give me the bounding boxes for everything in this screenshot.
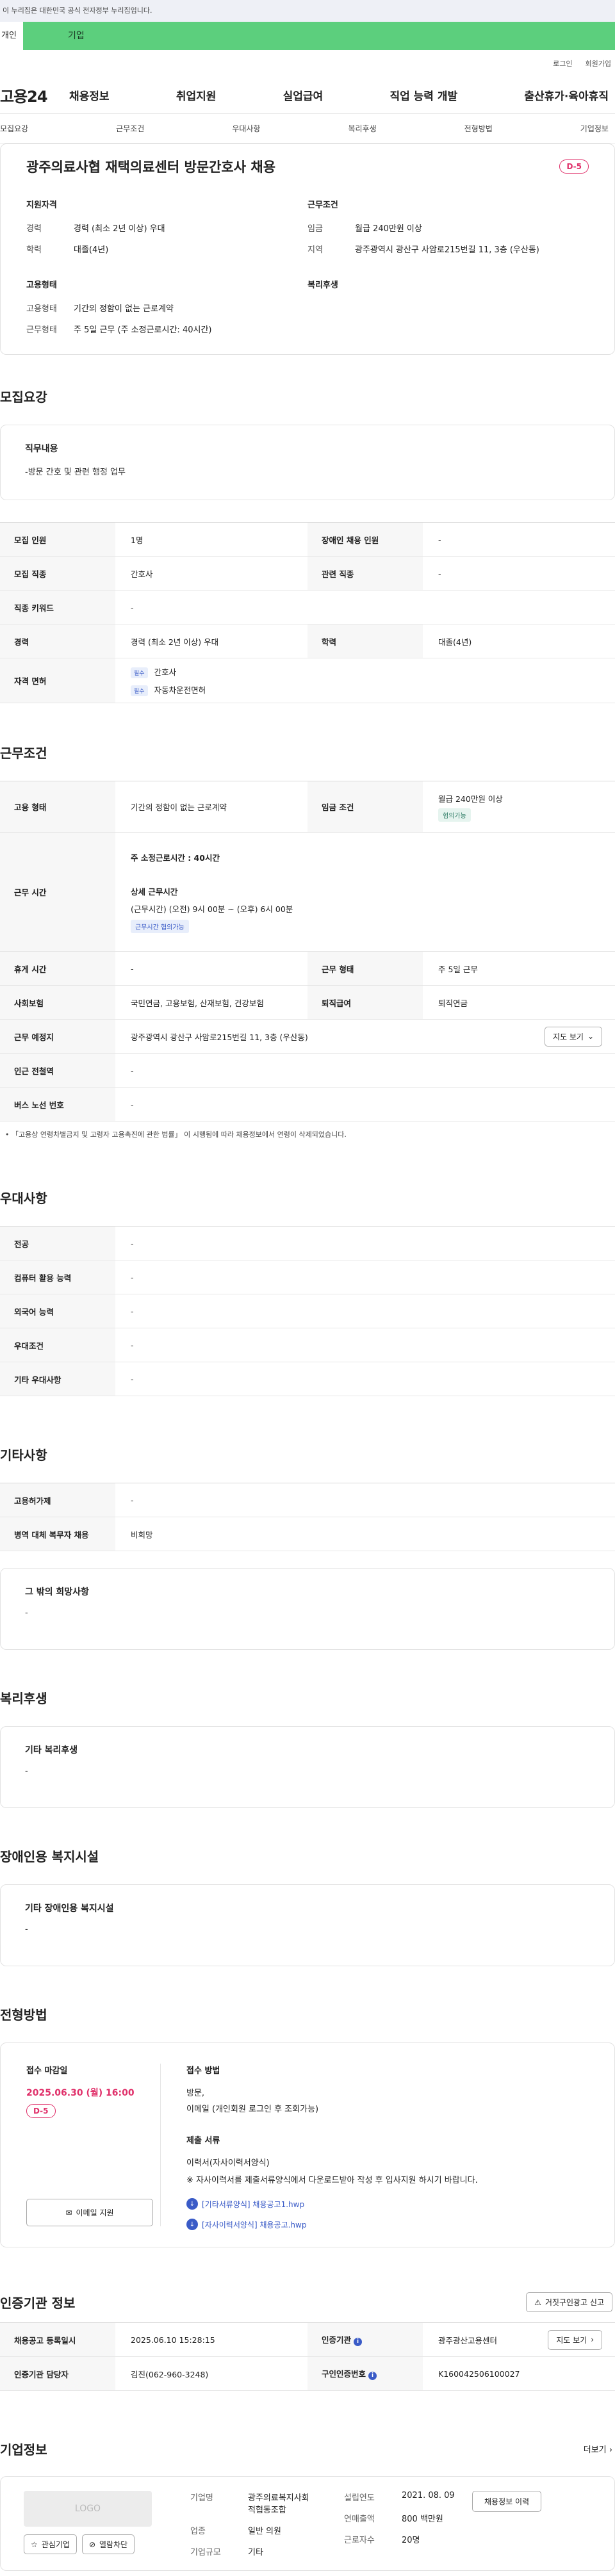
summary-welfare: 복리후생 <box>308 281 338 290</box>
login-link[interactable]: 로그인 <box>553 58 572 69</box>
gnb-item-unemployment-benefit[interactable]: 실업급여 <box>283 87 324 103</box>
email-apply-button[interactable]: ✉ 이메일 지원 <box>26 2199 153 2226</box>
utility-links: 로그인 회원가입 <box>0 50 615 77</box>
section-title-prefer: 우대사항 <box>0 1191 47 1206</box>
gnb-item-employment-support[interactable]: 취업지원 <box>176 87 217 103</box>
facility-card: 기타 장애인용 복지시설 - <box>0 1884 615 1966</box>
hours-negotiable-tag: 근무시간 협의가능 <box>131 919 189 933</box>
gnb-item-jobs[interactable]: 채용정보 <box>69 87 110 103</box>
license-item: 간호사 <box>154 667 177 677</box>
section-title-facility: 장애인용 복지시설 <box>0 1849 99 1864</box>
work-table: 고용 형태 기간의 정함이 없는 근로계약 임금 조건 월급 240만원 이상 협의… <box>0 781 615 1121</box>
agency-table: 채용공고 등록일시 2025.06.10 15:28:15 인증기관 i 광주광산고… <box>0 2322 615 2391</box>
section-title-process: 전형방법 <box>0 2007 47 2023</box>
member-type-tabs: 개인 기업 <box>0 22 615 50</box>
site-logo[interactable]: 고용24 <box>0 84 69 106</box>
report-fake-ad-button[interactable]: ⚠ 거짓구인광고 신고 <box>526 2292 612 2312</box>
other-wish-card: 그 밖의 희망사항 - <box>0 1568 615 1650</box>
agency-map-button[interactable]: 지도 보기 › <box>548 2329 602 2350</box>
download-icon: ↓ <box>186 2219 198 2230</box>
section-title-welfare: 복리후생 <box>0 1691 47 1706</box>
anchor-process[interactable]: 전형방법 <box>464 123 493 134</box>
company-more-link[interactable]: 더보기 › <box>584 2443 612 2455</box>
hiring-history-button[interactable]: 채용정보 이력 <box>472 2491 542 2512</box>
work-address: 광주광역시 광산구 사암로215번길 11, 3층 (우산동) <box>131 1032 308 1042</box>
signup-link[interactable]: 회원가입 <box>586 58 611 69</box>
section-title-company: 기업정보 <box>0 2442 47 2458</box>
info-icon: i <box>354 2338 363 2346</box>
company-card: LOGO ☆ 관심기업 ⊘ 열람차단 기업명 광주의료복지사회 적협동조합 업종 일반 의… <box>0 2476 615 2571</box>
file-download-link[interactable]: ↓ [자사이력서양식] 채용공고.hwp <box>186 2219 589 2230</box>
summary-qualification: 지원자격 경력 경력 (최소 2년 이상) 우대 학력 대졸(4년) <box>26 200 165 255</box>
anchor-work[interactable]: 근무조건 <box>116 123 144 134</box>
chevron-down-icon: ⌄ <box>587 1032 594 1041</box>
process-dday-badge: D-5 <box>26 2104 56 2118</box>
process-card: 접수 마감일 2025.06.30 (월) 16:00 D-5 ✉ 이메일 지원 … <box>0 2042 615 2247</box>
gnb-item-parental-leave[interactable]: 출산휴가·육아휴직 <box>524 87 609 103</box>
tab-personal[interactable]: 개인 <box>0 22 23 50</box>
section-anchor-nav: 모집요강 근무조건 우대사항 복리후생 전형방법 기업정보 <box>0 114 615 143</box>
job-summary-card: 광주의료사협 재택의료센터 방문간호사 채용 D-5 지원자격 경력 경력 (최소… <box>0 143 615 355</box>
summary-employment: 고용형태 고용형태 기간의 정함이 없는 근로계약 근무형태 주 5일 근무 (주 … <box>26 281 212 335</box>
star-icon: ☆ <box>31 2539 38 2549</box>
block-view-button[interactable]: ⊘ 열람차단 <box>81 2534 135 2554</box>
favorite-company-button[interactable]: ☆ 관심기업 <box>24 2534 77 2554</box>
chevron-right-icon: › <box>591 2335 594 2344</box>
map-view-button[interactable]: 지도 보기 ⌄ <box>544 1026 602 1047</box>
gnb-item-vocational-training[interactable]: 직업 능력 개발 <box>390 87 457 103</box>
mail-icon: ✉ <box>65 2208 72 2217</box>
duty-card: 직무내용 -방문 간호 및 관련 행정 업무 <box>0 425 615 500</box>
info-icon: i <box>368 2372 377 2380</box>
section-title-etc: 기타사항 <box>0 1447 47 1463</box>
etc-table: 고용허가제 - 병역 대체 복무자 채용 비희망 <box>0 1483 615 1551</box>
download-icon: ↓ <box>186 2198 198 2210</box>
company-logo: LOGO <box>24 2491 152 2527</box>
summary-condition: 근무조건 임금 월급 240만원 이상 지역 광주광역시 광산구 사암로215번길 … <box>308 200 539 255</box>
gov-banner: 이 누리집은 대한민국 공식 전자정부 누리집입니다. <box>0 0 615 22</box>
prefer-table: 전공 - 컴퓨터 활용 능력 - 외국어 능력 - 우대조건 - 기타 우대사항 - <box>0 1226 615 1396</box>
job-title: 광주의료사협 재택의료센터 방문간호사 채용 <box>26 159 276 175</box>
global-nav: 고용24 채용정보 취업지원 실업급여 직업 능력 개발 출산휴가·육아휴직 <box>0 77 615 114</box>
anchor-welfare[interactable]: 복리후생 <box>348 123 376 134</box>
age-law-note: • 「고용상 연령차별금지 및 고령자 고용촉진에 관한 법률」 이 시행됨에 … <box>5 1130 347 1139</box>
anchor-company[interactable]: 기업정보 <box>580 123 609 134</box>
section-title-agency: 인증기관 정보 <box>0 2295 76 2311</box>
duty-text: -방문 간호 및 관련 행정 업무 <box>25 468 126 477</box>
anchor-prefer[interactable]: 우대사항 <box>232 123 260 134</box>
welfare-card: 기타 복리후생 - <box>0 1726 615 1808</box>
section-title-recruit: 모집요강 <box>0 389 47 405</box>
dday-badge: D-5 <box>559 159 589 174</box>
deadline-date: 2025.06.30 (월) 16:00 <box>26 2088 135 2098</box>
anchor-recruit[interactable]: 모집요강 <box>0 123 28 134</box>
alert-icon: ⚠ <box>534 2297 541 2307</box>
section-title-work: 근무조건 <box>0 746 47 761</box>
wage-negotiable-tag: 협의가능 <box>438 808 471 822</box>
recruit-table: 모집 인원 1명 장애인 채용 인원 - 모집 직종 간호사 관련 직종 - 직종 키워… <box>0 522 615 703</box>
block-icon: ⊘ <box>88 2539 95 2549</box>
file-download-link[interactable]: ↓ [기타서류양식] 채용공고1.hwp <box>186 2198 589 2210</box>
license-item: 자동차운전면허 <box>154 685 206 695</box>
tab-company[interactable]: 기업 <box>23 22 615 50</box>
